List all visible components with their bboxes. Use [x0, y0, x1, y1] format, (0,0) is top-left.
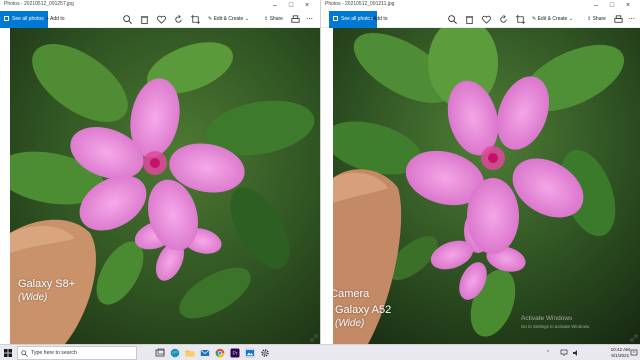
edit-create-button[interactable]: ✎ Edit & Create ⌄	[208, 11, 249, 28]
photos-app-icon[interactable]	[245, 348, 255, 358]
see-all-label: See all photos	[341, 16, 373, 22]
overlap-caption: d Camera	[333, 288, 370, 300]
add-to-label: Add to	[373, 16, 388, 22]
zoom-icon[interactable]	[447, 14, 458, 25]
title-bar: Photos - 20210512_091211.jpg – □ ×	[321, 0, 640, 11]
close-button[interactable]: ×	[300, 0, 314, 11]
edit-create-label: Edit & Create	[537, 16, 568, 22]
notifications-icon[interactable]	[630, 349, 638, 357]
delete-icon[interactable]	[464, 14, 475, 25]
add-to-button[interactable]: + Add to	[369, 11, 388, 28]
share-label: Share	[269, 16, 283, 22]
rotate-icon[interactable]	[173, 14, 184, 25]
flower-photo	[333, 28, 640, 344]
minimize-button[interactable]: –	[268, 0, 282, 11]
system-tray-chevron-icon[interactable]: ⌃	[546, 345, 550, 360]
lens-caption: (Wide)	[18, 292, 48, 303]
photos-icon	[333, 16, 338, 21]
title-bar: Photos - 20210512_091257.jpg – □ ×	[0, 0, 320, 11]
chevron-down-icon: ⌄	[243, 16, 249, 22]
windows-start-icon[interactable]	[4, 349, 12, 357]
crop-icon[interactable]	[515, 14, 526, 25]
more-options-icon[interactable]: ⋯	[306, 11, 313, 28]
close-button[interactable]: ×	[621, 0, 635, 11]
taskbar-search-box[interactable]: Type here to search	[17, 346, 137, 360]
see-all-label: See all photos	[12, 16, 44, 22]
add-to-label: Add to	[50, 16, 65, 22]
flower-photo	[10, 28, 320, 344]
share-button[interactable]: ⇪ Share	[264, 11, 283, 28]
heart-icon[interactable]	[481, 14, 492, 25]
edit-create-button[interactable]: ✎ Edit & Create ⌄	[532, 11, 573, 28]
toolbar: See all photos + Add to ✎ Edit & Create …	[321, 11, 640, 28]
toolbar: See all photos + Add to ✎ Edit & Create …	[0, 11, 320, 28]
clock-date: 6/1/2021	[611, 352, 630, 358]
camera-caption: Galaxy S8+	[18, 278, 76, 290]
window-title: Photos - 20210512_091211.jpg	[325, 1, 395, 7]
chevron-down-icon: ⌄	[567, 16, 573, 22]
fullscreen-icon[interactable]	[630, 334, 638, 342]
settings-gear-icon[interactable]	[260, 348, 270, 358]
delete-icon[interactable]	[139, 14, 150, 25]
lens-caption: (Wide)	[335, 318, 365, 329]
mail-icon[interactable]	[200, 348, 210, 358]
clock-time: 10:42 AM	[610, 347, 630, 352]
print-icon[interactable]	[290, 14, 301, 25]
minimize-button[interactable]: –	[589, 0, 603, 11]
edit-create-label: Edit & Create	[213, 16, 244, 22]
desktop: Photos - 20210512_091257.jpg – □ × See a…	[0, 0, 640, 360]
add-to-button[interactable]: + Add to	[46, 11, 65, 28]
share-button[interactable]: ⇪ Share	[587, 11, 606, 28]
camera-caption: Galaxy A52	[335, 304, 392, 316]
zoom-icon[interactable]	[122, 14, 133, 25]
task-view-icon[interactable]	[155, 348, 165, 358]
svg-text:Pr: Pr	[233, 351, 238, 357]
window-title: Photos - 20210512_091257.jpg	[4, 1, 74, 7]
edge-browser-icon[interactable]	[170, 348, 180, 358]
premiere-pro-icon[interactable]: Pr	[230, 348, 240, 358]
heart-icon[interactable]	[156, 14, 167, 25]
activate-windows-subtitle: Go to Settings to activate Windows.	[521, 324, 591, 329]
system-clock[interactable]: 10:42 AM 6/1/2021	[611, 347, 630, 358]
crop-icon[interactable]	[190, 14, 201, 25]
file-explorer-icon[interactable]	[185, 348, 195, 358]
photo-viewer[interactable]: Galaxy S8+ (Wide)	[10, 28, 320, 344]
activate-windows-title: Activate Windows	[521, 315, 573, 322]
photos-icon	[4, 16, 9, 21]
print-icon[interactable]	[613, 14, 624, 25]
photo-viewer[interactable]: d Camera Galaxy A52 (Wide) Activate Wind…	[333, 28, 640, 344]
more-options-icon[interactable]: ⋯	[628, 11, 635, 28]
rotate-icon[interactable]	[498, 14, 509, 25]
photos-window-right: Photos - 20210512_091211.jpg – □ × See a…	[320, 0, 640, 344]
search-icon	[21, 350, 28, 357]
see-all-photos-button[interactable]: See all photos	[0, 11, 48, 28]
share-label: Share	[592, 16, 606, 22]
volume-icon[interactable]	[572, 349, 580, 357]
fullscreen-icon[interactable]	[310, 334, 318, 342]
search-placeholder: Type here to search	[31, 350, 77, 356]
chrome-browser-icon[interactable]	[215, 348, 225, 358]
maximize-button[interactable]: □	[284, 0, 298, 11]
maximize-button[interactable]: □	[605, 0, 619, 11]
taskbar: Type here to search Pr ⌃ 10:42 AM 6/1/20…	[0, 344, 640, 360]
photos-window-left: Photos - 20210512_091257.jpg – □ × See a…	[0, 0, 320, 344]
network-icon[interactable]	[560, 349, 568, 357]
